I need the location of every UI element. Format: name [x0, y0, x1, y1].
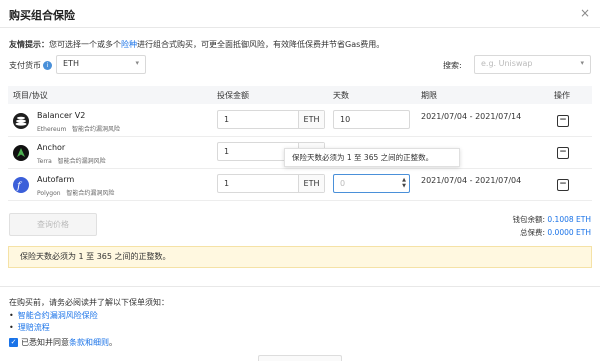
- purchase-button[interactable]: [258, 355, 342, 361]
- project-network: Terra: [37, 158, 52, 165]
- info-icon: i: [43, 61, 52, 70]
- header-period: 期限: [421, 91, 437, 100]
- project-meta: Ethereum 智能合约漏洞风险: [37, 124, 120, 133]
- query-price-button[interactable]: 查询价格: [9, 213, 97, 236]
- remove-row-button[interactable]: −: [557, 147, 569, 159]
- tip-link-insurance-types[interactable]: 险种: [121, 40, 137, 49]
- project-name: Autofarm: [37, 175, 75, 184]
- terms-link[interactable]: 条款和细则: [69, 338, 109, 347]
- header-amount: 投保金额: [217, 91, 249, 100]
- project-network: Ethereum: [37, 126, 67, 133]
- days-input[interactable]: 10: [333, 110, 410, 129]
- project-category: 智能合约漏洞风险: [72, 126, 121, 133]
- period-text: 2021/07/04 - 2021/07/14: [421, 112, 522, 121]
- payment-label-text: 支付货币: [9, 61, 41, 70]
- remove-row-button[interactable]: −: [557, 115, 569, 127]
- notice-intro: 在购买前，请务必阅读并了解以下保单须知：: [9, 298, 169, 307]
- project-name: Anchor: [37, 143, 66, 152]
- payment-currency-label: 支付货币 i: [9, 60, 52, 71]
- fee-value: 0.0000 ETH: [547, 228, 591, 237]
- section-divider: [0, 286, 600, 287]
- project-name: Balancer V2: [37, 111, 86, 120]
- warning-banner: 保险天数必须为 1 至 365 之间的正整数。: [8, 246, 592, 268]
- payment-currency-select[interactable]: ETH ▾: [56, 55, 146, 74]
- agree-text: 已悉知并同意: [21, 338, 69, 347]
- days-error-tooltip: 保险天数必须为 1 至 365 之间的正整数。: [284, 148, 460, 167]
- dialog-title: 购买组合保险: [9, 9, 75, 22]
- payment-selected: ETH: [63, 59, 79, 68]
- header-days: 天数: [333, 91, 349, 100]
- list-item: • 智能合约漏洞风险保险: [9, 311, 98, 320]
- project-meta: Terra 智能合约漏洞风险: [37, 156, 106, 165]
- project-category: 智能合约漏洞风险: [57, 158, 106, 165]
- days-value: 0: [340, 179, 346, 188]
- amount-value: 1: [224, 179, 230, 188]
- balance-value: 0.1008 ETH: [547, 215, 591, 224]
- tip-text-after: 进行组合式购买，可更全面抵御风险，有效降低保费并节省Gas费用。: [137, 40, 385, 49]
- total-fee: 总保费: 0.0000 ETH: [520, 227, 591, 238]
- project-meta: Polygon 智能合约漏洞风险: [37, 188, 114, 197]
- stepper-icon[interactable]: ▲ ▼: [402, 177, 406, 189]
- chevron-down-icon: ▾: [580, 59, 584, 67]
- amount-input[interactable]: 1 ETH: [217, 174, 325, 193]
- amount-unit: ETH: [298, 111, 324, 128]
- project-network: Polygon: [37, 190, 61, 197]
- svg-text:f: f: [16, 181, 23, 192]
- tip-label: 友情提示：: [9, 40, 49, 49]
- chevron-down-icon: ▾: [135, 59, 139, 67]
- autofarm-logo-icon: f: [13, 177, 29, 193]
- table-header: [8, 86, 592, 104]
- agree-suffix: 。: [109, 338, 117, 347]
- fee-label: 总保费:: [519, 228, 546, 237]
- checkbox-checked-icon[interactable]: ✓: [9, 338, 18, 347]
- days-input[interactable]: 0 ▲ ▼: [333, 174, 410, 193]
- period-text: 2021/07/04 - 2021/07/04: [421, 176, 522, 185]
- balancer-logo-icon: [13, 113, 29, 129]
- project-category: 智能合约漏洞风险: [66, 190, 115, 197]
- agree-checkbox-row[interactable]: ✓ 已悉知并同意条款和细则。: [9, 337, 117, 348]
- claims-link[interactable]: 理赔流程: [18, 323, 50, 332]
- header-project: 项目/协议: [13, 91, 48, 100]
- balance-label: 钱包余额:: [512, 215, 546, 224]
- search-placeholder: e.g. Uniswap: [481, 59, 533, 68]
- amount-input[interactable]: 1 ETH: [217, 110, 325, 129]
- list-item: • 理赔流程: [9, 323, 50, 332]
- header-divider: [0, 27, 600, 28]
- search-label: 搜索:: [443, 61, 462, 70]
- friendly-tip: 友情提示：您可选择一个或多个险种进行组合式购买，可更全面抵御风险，有效降低保费并…: [9, 39, 384, 50]
- header-action: 操作: [554, 91, 570, 100]
- days-value: 10: [340, 115, 351, 124]
- search-input[interactable]: e.g. Uniswap ▾: [474, 55, 591, 74]
- tip-text-before: 您可选择一个或多个: [49, 40, 121, 49]
- wallet-balance: 钱包余额: 0.1008 ETH: [512, 214, 591, 225]
- remove-row-button[interactable]: −: [557, 179, 569, 191]
- amount-unit: ETH: [298, 175, 324, 192]
- close-icon[interactable]: ×: [580, 6, 590, 20]
- policy-link[interactable]: 智能合约漏洞风险保险: [18, 311, 98, 320]
- anchor-logo-icon: [13, 145, 29, 161]
- amount-value: 1: [224, 115, 230, 124]
- amount-value: 1: [224, 147, 230, 156]
